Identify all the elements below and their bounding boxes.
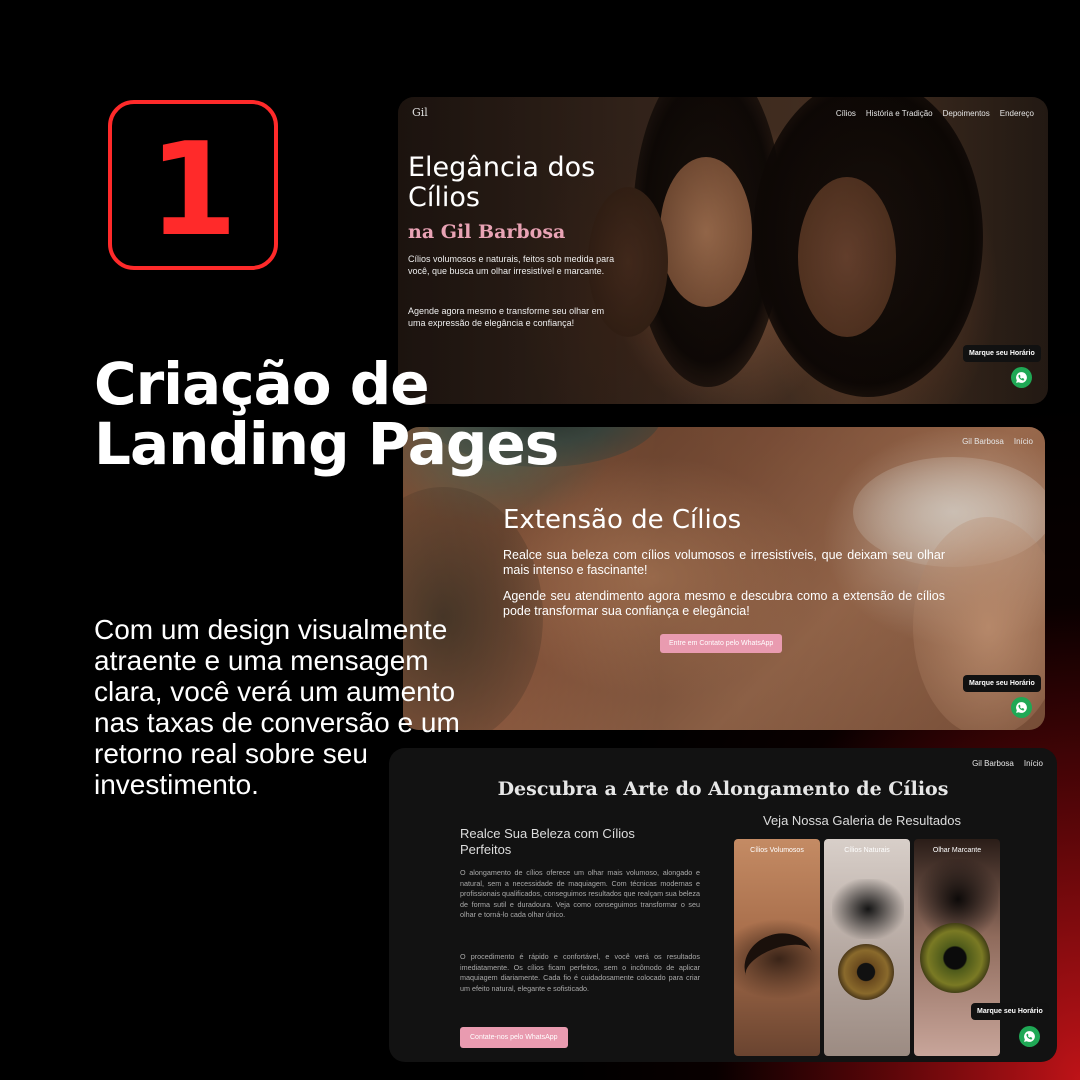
- whatsapp-contact-button[interactable]: Contate-nos pelo WhatsApp: [460, 1027, 568, 1048]
- nav-link-cilios[interactable]: Cílios: [836, 109, 856, 118]
- gallery-title: Veja Nossa Galeria de Resultados: [763, 813, 962, 828]
- nav-link-historia[interactable]: História e Tradição: [866, 109, 933, 118]
- gallery-item[interactable]: Olhar Marcante: [914, 839, 1000, 1056]
- whatsapp-icon[interactable]: [1011, 697, 1032, 718]
- schedule-button[interactable]: Marque seu Horário: [963, 345, 1041, 362]
- whatsapp-contact-button[interactable]: Entre em Contato pelo WhatsApp: [660, 634, 783, 653]
- card2-text-2: Agende seu atendimento agora mesmo e des…: [503, 589, 945, 618]
- site-logo[interactable]: Gil: [412, 106, 428, 119]
- card3-heading: Realce Sua Beleza com Cílios Perfeitos: [460, 826, 635, 857]
- body-copy: Com um design visualmente atraente e uma…: [94, 614, 460, 800]
- step-number-badge: 1: [108, 100, 278, 270]
- card3-paragraph-2: O procedimento é rápido e confortável, e…: [460, 952, 700, 993]
- nav-link-gil-barbosa[interactable]: Gil Barbosa: [972, 759, 1014, 768]
- headline: Criação de Landing Pages: [94, 350, 559, 478]
- schedule-button[interactable]: Marque seu Horário: [963, 675, 1041, 692]
- card1-text-1: Cílios volumosos e naturais, feitos sob …: [408, 254, 615, 276]
- nav-link-inicio[interactable]: Início: [1014, 437, 1033, 446]
- landing-screenshot-3: Gil Barbosa Início Descubra a Arte do Al…: [389, 748, 1057, 1062]
- card2-text-1: Realce sua beleza com cílios volumosos e…: [503, 548, 945, 577]
- gallery-label: Cílios Naturais: [844, 847, 890, 854]
- card2-nav: Gil Barbosa Início: [962, 437, 1033, 446]
- card1-subtitle: na Gil Barbosa: [408, 221, 566, 243]
- gallery-label: Cílios Volumosos: [750, 847, 804, 854]
- step-number: 1: [148, 116, 238, 265]
- card1-nav: Cílios História e Tradição Depoimentos E…: [836, 109, 1034, 118]
- schedule-button[interactable]: Marque seu Horário: [971, 1003, 1049, 1020]
- nav-link-depoimentos[interactable]: Depoimentos: [943, 109, 990, 118]
- card3-paragraph-1: O alongamento de cílios oferece um olhar…: [460, 868, 700, 919]
- gallery-item[interactable]: Cílios Naturais: [824, 839, 910, 1056]
- card2-title: Extensão de Cílios: [503, 505, 742, 535]
- card1-text-2: Agende agora mesmo e transforme seu olha…: [408, 306, 605, 328]
- gallery-item[interactable]: Cílios Volumosos: [734, 839, 820, 1056]
- card3-title: Descubra a Arte do Alongamento de Cílios: [497, 778, 949, 800]
- card1-title: Elegância dos Cílios: [408, 152, 596, 213]
- nav-link-gil-barbosa[interactable]: Gil Barbosa: [962, 437, 1004, 446]
- whatsapp-icon[interactable]: [1019, 1026, 1040, 1047]
- nav-link-endereco[interactable]: Endereço: [1000, 109, 1034, 118]
- nav-link-inicio[interactable]: Início: [1024, 759, 1043, 768]
- gallery-label: Olhar Marcante: [932, 847, 982, 854]
- card3-nav: Gil Barbosa Início: [972, 759, 1043, 768]
- whatsapp-icon[interactable]: [1011, 367, 1032, 388]
